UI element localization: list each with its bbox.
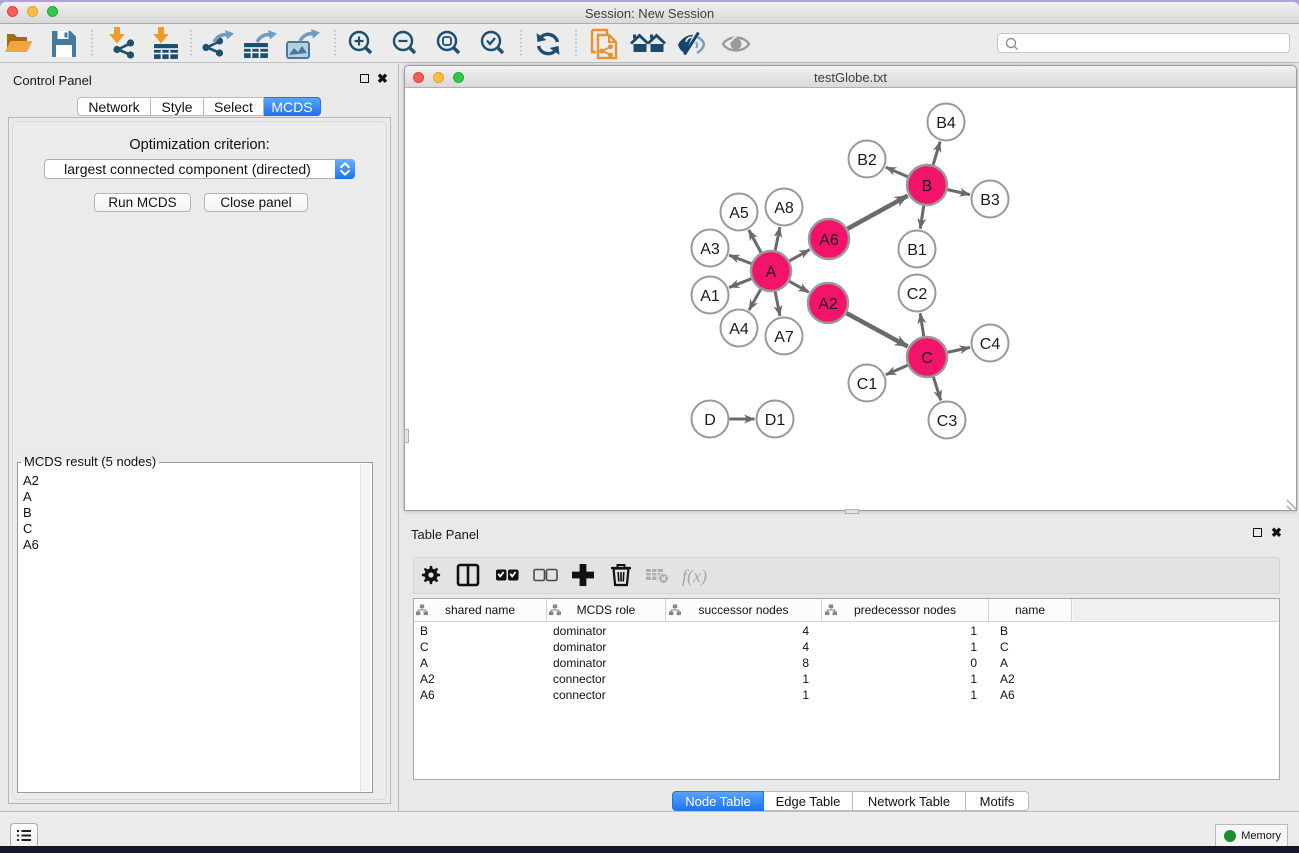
svg-text:D: D (704, 412, 716, 429)
svg-text:B1: B1 (907, 242, 927, 259)
svg-text:A4: A4 (729, 321, 749, 338)
svg-text:B2: B2 (857, 152, 877, 169)
svg-text:A5: A5 (729, 205, 749, 222)
svg-text:f(x): f(x) (682, 566, 707, 587)
svg-text:C: C (921, 350, 933, 367)
svg-text:C1: C1 (857, 376, 878, 393)
svg-text:A8: A8 (774, 200, 794, 217)
svg-text:B3: B3 (980, 192, 1000, 209)
svg-text:B4: B4 (936, 115, 956, 132)
svg-text:A3: A3 (700, 241, 720, 258)
svg-text:D1: D1 (765, 412, 786, 429)
svg-text:A1: A1 (700, 288, 720, 305)
svg-text:B: B (922, 178, 933, 195)
svg-text:C2: C2 (907, 286, 928, 303)
svg-text:A: A (766, 264, 777, 281)
svg-text:A7: A7 (774, 329, 794, 346)
svg-text:C3: C3 (937, 413, 958, 430)
svg-text:A6: A6 (819, 232, 839, 249)
svg-text:A2: A2 (818, 296, 838, 313)
svg-text:C4: C4 (980, 336, 1001, 353)
